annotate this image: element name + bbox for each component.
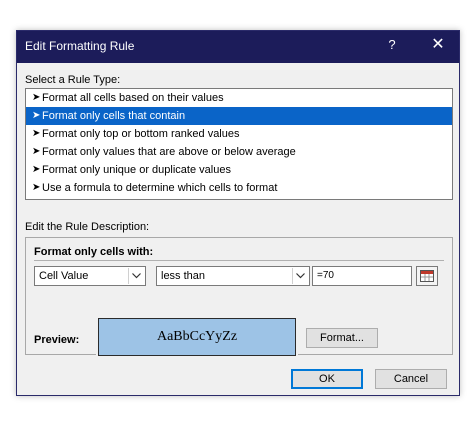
arrow-icon: ➤ <box>32 128 41 139</box>
close-icon[interactable]: ✕ <box>427 34 449 56</box>
preview-label: Preview: <box>34 334 80 346</box>
dialog-title: Edit Formatting Rule <box>25 39 135 53</box>
rule-type-item-label: Format all cells based on their values <box>42 92 224 104</box>
rule-type-item-cells-that-contain[interactable]: ➤ Format only cells that contain <box>26 107 452 125</box>
cancel-button[interactable]: Cancel <box>375 369 447 389</box>
format-preview: AaBbCcYyZz <box>96 316 298 358</box>
rule-type-item-top-bottom[interactable]: ➤ Format only top or bottom ranked value… <box>26 125 452 143</box>
chevron-down-icon[interactable] <box>128 268 144 284</box>
collapse-dialog-button[interactable] <box>416 266 438 286</box>
condition-type-select[interactable]: Cell Value <box>34 266 146 286</box>
operator-value: less than <box>161 270 206 282</box>
title-bar[interactable]: Edit Formatting Rule ? ✕ <box>17 31 459 63</box>
arrow-icon: ➤ <box>32 164 41 175</box>
chevron-down-icon[interactable] <box>292 268 308 284</box>
rule-description-panel: Format only cells with: Cell Value less … <box>25 237 453 358</box>
range-select-icon <box>420 270 434 282</box>
rule-type-item-unique-duplicate[interactable]: ➤ Format only unique or duplicate values <box>26 161 452 179</box>
arrow-icon: ➤ <box>32 92 41 103</box>
value-input[interactable]: =70 <box>312 266 412 286</box>
rule-type-label: Select a Rule Type: <box>25 74 121 86</box>
ok-button[interactable]: OK <box>291 369 363 389</box>
rule-type-item-formula[interactable]: ➤ Use a formula to determine which cells… <box>26 179 452 197</box>
rule-type-item-label: Use a formula to determine which cells t… <box>42 182 278 194</box>
arrow-icon: ➤ <box>32 110 41 121</box>
heading-divider <box>34 260 444 261</box>
rule-description-label: Edit the Rule Description: <box>25 221 150 233</box>
format-only-cells-heading: Format only cells with: <box>34 246 154 258</box>
edit-formatting-rule-dialog: Edit Formatting Rule ? ✕ Select a Rule T… <box>16 30 460 396</box>
condition-type-value: Cell Value <box>39 270 89 282</box>
arrow-icon: ➤ <box>32 182 41 193</box>
arrow-icon: ➤ <box>32 146 41 157</box>
operator-select[interactable]: less than <box>156 266 310 286</box>
format-button[interactable]: Format... <box>306 328 378 348</box>
help-icon[interactable]: ? <box>385 37 399 55</box>
value-input-text: =70 <box>317 270 334 281</box>
rule-type-item-label: Format only top or bottom ranked values <box>42 128 240 140</box>
rule-type-item-label: Format only cells that contain <box>42 110 186 122</box>
rule-type-item-above-below-average[interactable]: ➤ Format only values that are above or b… <box>26 143 452 161</box>
rule-type-item-label: Format only values that are above or bel… <box>42 146 296 158</box>
rule-type-item-label: Format only unique or duplicate values <box>42 164 231 176</box>
preview-sample-text: AaBbCcYyZz <box>156 329 238 344</box>
rule-type-list[interactable]: ➤ Format all cells based on their values… <box>25 88 453 200</box>
rule-type-item-all-cells[interactable]: ➤ Format all cells based on their values <box>26 89 452 107</box>
